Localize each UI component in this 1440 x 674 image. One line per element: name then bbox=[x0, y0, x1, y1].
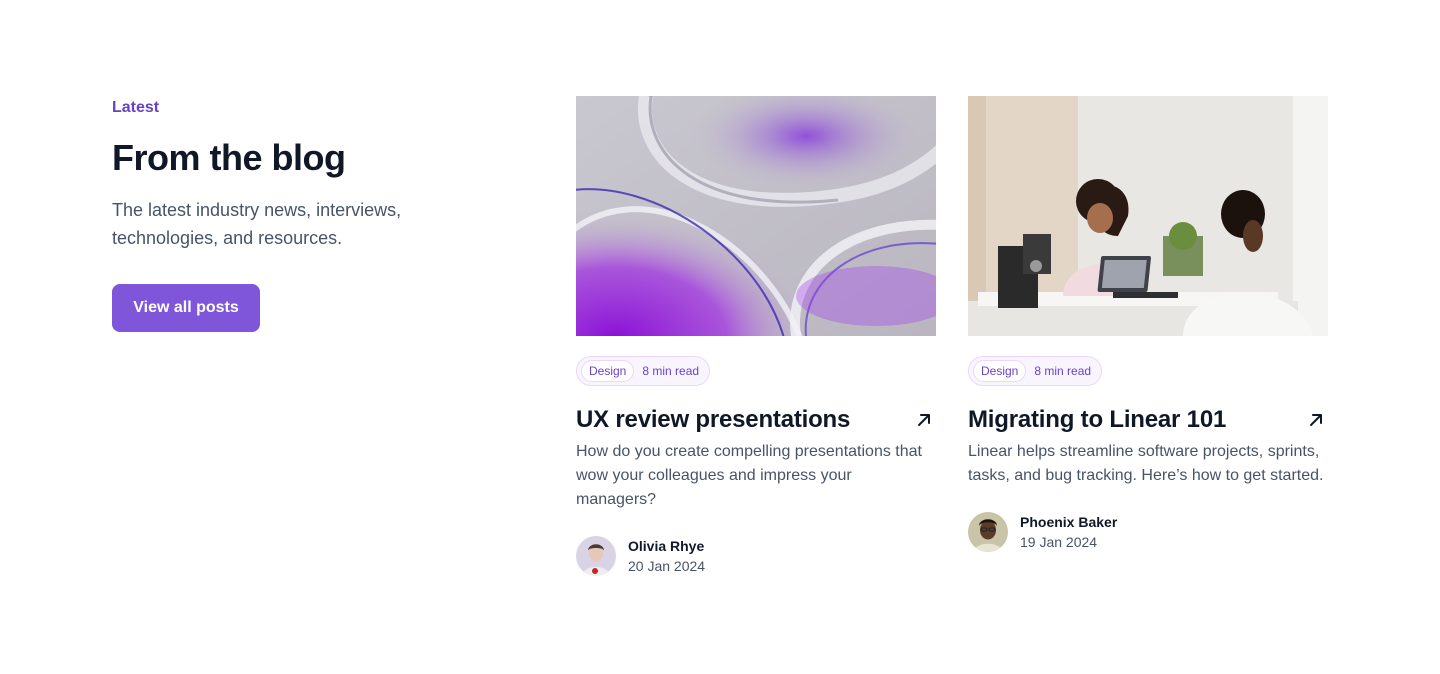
category-tag[interactable]: Design bbox=[973, 360, 1027, 382]
post-date: 20 Jan 2024 bbox=[628, 558, 706, 574]
post-date: 19 Jan 2024 bbox=[1020, 534, 1098, 550]
arrow-up-right-icon[interactable] bbox=[1304, 408, 1328, 432]
avatar bbox=[576, 536, 616, 576]
post-title[interactable]: UX review presentations bbox=[576, 404, 850, 436]
blog-intro: Latest From the blog The latest industry… bbox=[112, 96, 512, 332]
post-description: Linear helps streamline software project… bbox=[968, 443, 1324, 484]
post-thumbnail[interactable] bbox=[968, 96, 1328, 336]
post-author: Phoenix Baker 19 Jan 2024 bbox=[968, 512, 1328, 552]
post-category-badge: Design 8 min read bbox=[968, 356, 1103, 386]
post-description: How do you create compelling presentatio… bbox=[576, 443, 922, 508]
blog-post-card[interactable]: Design 8 min read Migrating to Linear 10… bbox=[968, 96, 1328, 552]
section-description: The latest industry news, interviews, te… bbox=[112, 200, 402, 248]
author-name: Olivia Rhye bbox=[628, 538, 705, 554]
section-eyebrow: Latest bbox=[112, 99, 160, 116]
post-category-badge: Design 8 min read bbox=[576, 356, 711, 386]
category-tag[interactable]: Design bbox=[581, 360, 635, 382]
read-time: 8 min read bbox=[642, 364, 700, 378]
blog-post-card[interactable]: Design 8 min read UX review presentation… bbox=[576, 96, 936, 576]
post-title[interactable]: Migrating to Linear 101 bbox=[968, 404, 1226, 436]
view-all-posts-button[interactable]: View all posts bbox=[112, 284, 260, 332]
section-heading: From the blog bbox=[112, 137, 346, 178]
read-time: 8 min read bbox=[1034, 364, 1092, 378]
avatar bbox=[968, 512, 1008, 552]
post-thumbnail[interactable] bbox=[576, 96, 936, 336]
post-author: Olivia Rhye 20 Jan 2024 bbox=[576, 536, 936, 576]
arrow-up-right-icon[interactable] bbox=[912, 408, 936, 432]
author-name: Phoenix Baker bbox=[1020, 514, 1118, 530]
